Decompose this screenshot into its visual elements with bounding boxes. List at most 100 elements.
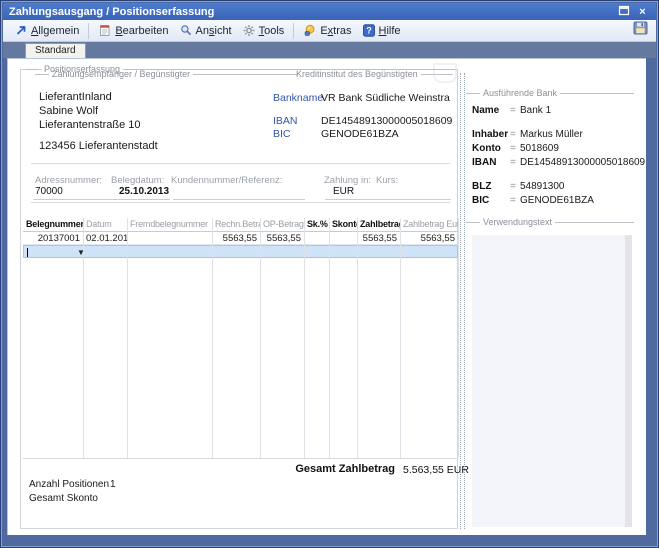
- zahlung-in-value[interactable]: EUR: [333, 186, 354, 197]
- edit-pad-icon: [98, 24, 112, 37]
- menu-ansicht[interactable]: Ansicht: [174, 22, 237, 39]
- cell-r0-c5[interactable]: [304, 232, 329, 244]
- bankname-row: Bankname VR Bank Südliche Weinstra: [273, 92, 323, 104]
- table-gridline: [212, 218, 213, 458]
- ausfuehrende-bank-header: Ausführende Bank: [466, 88, 634, 98]
- menu-tools[interactable]: Tools: [237, 22, 290, 39]
- adressnummer-field[interactable]: Adressnummer: 70000: [35, 175, 102, 186]
- bank-field-name: Name=Bank 1: [472, 105, 551, 116]
- cell-r0-c0[interactable]: 20137001: [23, 232, 83, 244]
- bank-field-label: BLZ: [472, 181, 510, 192]
- kurs-underline: [369, 199, 451, 200]
- table-edit-row[interactable]: ▼: [23, 245, 458, 258]
- anzahl-positionen-label: Anzahl Positionen: [29, 479, 109, 490]
- equals-glyph: =: [510, 157, 520, 168]
- bank-field-iban: IBAN=DE14548913000005018609: [472, 157, 645, 168]
- menu-bearbeiten[interactable]: Bearbeiten: [93, 22, 173, 39]
- table-gridline: [83, 218, 84, 458]
- kundennummer-underline: [173, 199, 305, 200]
- gesamt-skonto-label: Gesamt Skonto: [29, 493, 98, 504]
- cell-r0-c8[interactable]: 5563,55: [400, 232, 458, 244]
- bic-value: GENODE61BZA: [321, 128, 399, 140]
- kundennummer-field[interactable]: Kundennummer/Referenz:: [171, 175, 282, 186]
- menu-label: Tools: [259, 25, 285, 37]
- kurs-label: Kurs:: [376, 175, 398, 186]
- menu-hilfe[interactable]: ?Hilfe: [357, 22, 406, 39]
- cell-r0-c2[interactable]: [127, 232, 212, 244]
- zahlung-in-label: Zahlung in:: [324, 175, 371, 186]
- zahlung-in-field[interactable]: Zahlung in: EUR: [324, 175, 371, 186]
- title-bar[interactable]: Zahlungsausgang / Positionserfassung ×: [3, 3, 656, 20]
- bankname-label: Bankname: [273, 92, 323, 104]
- cell-r0-c6[interactable]: [329, 232, 357, 244]
- bank-field-label: BIC: [472, 195, 510, 206]
- verwendungstext-scrollbar[interactable]: [625, 235, 632, 527]
- menu-label: Hilfe: [379, 25, 401, 37]
- menu-label: Allgemein: [31, 25, 79, 37]
- kreditinstitut-group-header: Kreditinstitut des Begünstigten: [279, 69, 453, 79]
- equals-glyph: =: [510, 143, 520, 154]
- menu-toolbar: Allgemein Bearbeiten Ansicht Tools Extras ?Hi…: [3, 20, 656, 42]
- table-gridline: [260, 218, 261, 458]
- belegdatum-label: Belegdatum:: [111, 175, 164, 186]
- column-header-belegnummer[interactable]: Belegnummer: [23, 218, 83, 231]
- cell-r0-c1[interactable]: 02.01.2013: [83, 232, 127, 244]
- separator-line-2: [31, 202, 450, 203]
- menu-extras[interactable]: Extras: [298, 22, 356, 39]
- iban-label: IBAN: [273, 115, 298, 127]
- bic-row: BIC GENODE61BZA: [273, 128, 291, 140]
- table-gridline: [329, 218, 330, 458]
- verwendungstext-input[interactable]: [472, 235, 632, 527]
- belegdatum-field[interactable]: Belegdatum: 25.10.2013: [111, 175, 164, 186]
- payee-line-1: LieferantInland: [39, 90, 158, 104]
- kurs-field[interactable]: Kurs:: [376, 175, 398, 186]
- bank-field-label: Konto: [472, 143, 510, 154]
- cell-r0-c4[interactable]: 5563,55: [260, 232, 304, 244]
- restore-window-button[interactable]: [616, 5, 631, 18]
- column-header-datum[interactable]: Datum: [83, 218, 127, 231]
- iban-value: DE14548913000005018609: [321, 115, 452, 127]
- column-header-op-betrag[interactable]: OP-Betrag: [260, 218, 304, 231]
- extras-gem-icon: [303, 24, 317, 37]
- tab-strip: Standard: [3, 42, 656, 58]
- equals-glyph: =: [510, 181, 520, 192]
- adressnummer-value[interactable]: 70000: [35, 186, 63, 197]
- save-button[interactable]: [630, 22, 650, 40]
- bank-field-blz: BLZ=54891300: [472, 181, 565, 192]
- verwendungstext-title: Verwendungstext: [483, 217, 552, 227]
- cell-r0-c3[interactable]: 5563,55: [212, 232, 260, 244]
- pane-splitter[interactable]: [460, 73, 465, 529]
- window-title: Zahlungsausgang / Positionserfassung: [9, 6, 612, 18]
- table-row[interactable]: 2013700102.01.20135563,555563,555563,555…: [23, 232, 458, 245]
- bank-field-konto: Konto=5018609: [472, 143, 559, 154]
- column-header-fremdbelegnummer[interactable]: Fremdbelegnummer: [127, 218, 212, 231]
- column-header-zahlbetrag[interactable]: Zahlbetrag: [357, 218, 400, 231]
- adressnummer-label: Adressnummer:: [35, 175, 102, 186]
- tab-standard[interactable]: Standard: [25, 43, 86, 58]
- bank-field-inhaber: Inhaber=Markus Müller: [472, 129, 583, 140]
- column-header-zahlbetrag-euro[interactable]: Zahlbetrag Euro: [400, 218, 458, 231]
- menu-label: Extras: [320, 25, 351, 37]
- equals-glyph: =: [510, 105, 520, 116]
- table-header-row: BelegnummerDatumFremdbelegnummerRechn.Be…: [23, 218, 458, 232]
- column-header-sk-[interactable]: Sk.%: [304, 218, 329, 231]
- table-gridline: [304, 218, 305, 458]
- bic-label: BIC: [273, 128, 291, 140]
- menu-label: Ansicht: [196, 25, 232, 37]
- gesamt-zahlbetrag-label: Gesamt Zahlbetrag: [261, 463, 395, 475]
- positions-table: BelegnummerDatumFremdbelegnummerRechn.Be…: [23, 218, 458, 458]
- ausfuehrende-bank-title: Ausführende Bank: [483, 88, 557, 98]
- menubar-items: Allgemein Bearbeiten Ansicht Tools Extras ?Hi…: [9, 22, 406, 39]
- close-window-button[interactable]: ×: [635, 5, 650, 18]
- column-header-rechn-betrag[interactable]: Rechn.Betrag: [212, 218, 260, 231]
- column-header-skonto[interactable]: Skonto: [329, 218, 357, 231]
- gear-icon: [242, 24, 256, 37]
- bank-field-label: Inhaber: [472, 129, 510, 140]
- table-gridline: [458, 218, 459, 458]
- app-window: Zahlungsausgang / Positionserfassung × A…: [0, 0, 659, 548]
- cell-r0-c7[interactable]: 5563,55: [357, 232, 400, 244]
- belegdatum-value[interactable]: 25.10.2013: [119, 186, 169, 197]
- bank-field-value: GENODE61BZA: [520, 195, 594, 206]
- menu-allgemein[interactable]: Allgemein: [9, 22, 84, 39]
- magnifier-icon: [179, 24, 193, 37]
